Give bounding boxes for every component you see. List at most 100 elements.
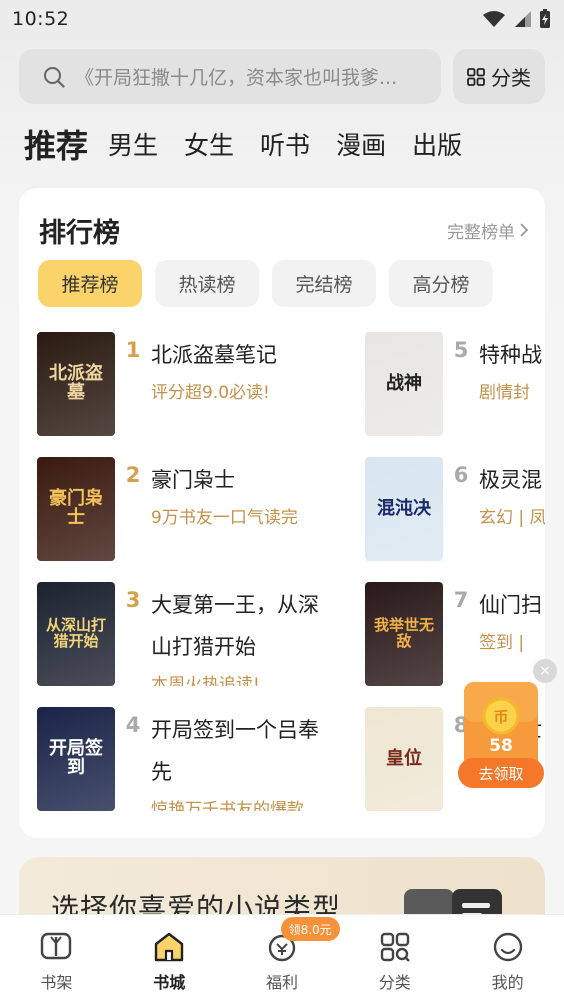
ranking-title: 排行榜 xyxy=(39,217,120,249)
search-input[interactable]: 《开局狂撒十几亿，资本家也叫我爹... xyxy=(19,49,441,104)
rank-item[interactable]: 开局签到 4 开局签到一个吕奉先惊艳万千书友的爆款 xyxy=(37,707,337,811)
subtab-hot[interactable]: 热读榜 xyxy=(155,260,259,307)
rank-item[interactable]: 战神 5 特种战剧情封 xyxy=(365,332,545,436)
category-button-label: 分类 xyxy=(491,66,531,90)
book-cover[interactable]: 皇位 xyxy=(365,707,443,811)
book-desc: 惊艳万千书友的爆款 xyxy=(151,800,304,811)
book-desc: 玄幻 | 凤 xyxy=(479,508,545,528)
cover-title: 皇位 xyxy=(386,747,422,769)
home-icon xyxy=(154,932,184,962)
rank-info: 开局签到一个吕奉先惊艳万千书友的爆款 xyxy=(151,707,337,811)
subtab-high-score[interactable]: 高分榜 xyxy=(389,260,493,307)
rank-item[interactable]: 我举世无敌 7 仙门扫签到 | xyxy=(365,582,545,686)
tab-comics[interactable]: 漫画 xyxy=(336,122,386,170)
full-ranking-link[interactable]: 完整榜单 xyxy=(447,218,529,243)
nav-category[interactable]: 分类 xyxy=(338,915,451,1002)
book-title[interactable]: 大夏第一王，从深山打猎开始 xyxy=(151,584,337,668)
book-cover[interactable]: 混沌决 xyxy=(365,457,443,561)
signal-icon xyxy=(515,11,531,27)
book-desc: 签到 | xyxy=(479,633,525,653)
chevron-right-icon xyxy=(520,223,529,237)
reward-claim-button: 去领取 xyxy=(478,765,523,783)
tab-female[interactable]: 女生 xyxy=(184,122,234,170)
nav-bookstore-label: 书城 xyxy=(153,973,186,992)
rank-item[interactable]: 混沌决 6 极灵混玄幻 | 凤 xyxy=(365,457,545,561)
status-icons xyxy=(482,9,552,29)
rank-info: 特种战 剧情封 xyxy=(479,332,545,436)
nav-welfare[interactable]: 领8.0元 福利 xyxy=(226,915,340,1002)
book-cover[interactable]: 从深山打猎开始 xyxy=(37,582,115,686)
wifi-icon xyxy=(483,11,505,27)
rank-number: 2 xyxy=(125,463,141,487)
book-title[interactable]: 开局签到一个吕奉先 xyxy=(151,709,337,793)
rank-number: 6 xyxy=(453,463,469,487)
status-bar: 10:52 xyxy=(0,0,564,38)
rank-info: 北派盗墓笔记评分超9.0必读! xyxy=(151,332,337,436)
reward-amount: 58 xyxy=(489,736,513,756)
search-row: 《开局狂撒十几亿，资本家也叫我爹... 分类 xyxy=(19,49,545,104)
nav-profile[interactable]: 我的 xyxy=(451,915,564,1002)
book-cover[interactable]: 我举世无敌 xyxy=(365,582,443,686)
channel-tabs: 推荐 男生 女生 听书 漫画 出版 xyxy=(24,122,488,170)
book-title[interactable]: 豪门枭士 xyxy=(151,459,337,501)
profile-icon xyxy=(493,932,522,962)
book-cover[interactable]: 战神 xyxy=(365,332,443,436)
book-cover[interactable]: 开局签到 xyxy=(37,707,115,811)
status-time: 10:52 xyxy=(12,8,70,30)
book-title[interactable]: 极灵混 xyxy=(479,459,545,501)
nav-welfare-label: 福利 xyxy=(265,973,298,992)
book-title[interactable]: 仙门扫 xyxy=(479,584,545,626)
cover-title: 战神 xyxy=(386,372,422,394)
rank-item[interactable]: 北派盗墓 1 北派盗墓笔记评分超9.0必读! xyxy=(37,332,337,436)
rank-number: 5 xyxy=(453,338,469,362)
book-title[interactable]: 特种战 xyxy=(479,334,545,376)
welfare-badge: 领8.0元 xyxy=(280,917,340,941)
book-title[interactable]: 北派盗墓笔记 xyxy=(151,334,337,376)
nav-category-label: 分类 xyxy=(378,973,411,992)
full-ranking-label: 完整榜单 xyxy=(447,222,515,243)
rank-number: 7 xyxy=(453,588,469,612)
cover-title: 从深山打猎开始 xyxy=(45,616,106,650)
rank-info: 极灵混玄幻 | 凤 xyxy=(479,457,545,561)
rank-info: 大夏第一王，从深山打猎开始本周火热追读! xyxy=(151,582,337,686)
reward-close-button[interactable]: × xyxy=(533,659,557,683)
bottom-navigation: 书架 书城 领8.0元 福利 分类 我的 xyxy=(0,914,564,1002)
ranking-header: 排行榜 完整榜单 xyxy=(39,210,529,250)
nav-profile-label: 我的 xyxy=(491,973,524,992)
subtab-finished[interactable]: 完结榜 xyxy=(272,260,376,307)
reward-widget[interactable]: 币 58 去领取 xyxy=(458,682,544,788)
cover-title: 北派盗墓 xyxy=(49,363,103,403)
cover-title: 豪门枭士 xyxy=(49,488,103,528)
tab-publishing[interactable]: 出版 xyxy=(412,122,462,170)
cover-title: 开局签到 xyxy=(49,738,103,778)
rank-item[interactable]: 从深山打猎开始 3 大夏第一王，从深山打猎开始 本周火热追读! xyxy=(37,582,337,686)
cover-title: 我举世无敌 xyxy=(373,616,434,650)
grid-icon xyxy=(467,67,485,86)
book-desc: 评分超9.0必读! xyxy=(151,383,270,403)
book-desc: 剧情封 xyxy=(479,383,530,403)
category-icon xyxy=(380,932,410,962)
tab-recommend[interactable]: 推荐 xyxy=(24,122,88,170)
category-button[interactable]: 分类 xyxy=(453,49,545,104)
nav-bookshelf[interactable]: 书架 xyxy=(0,915,113,1002)
battery-icon xyxy=(540,9,550,28)
subtab-recommend[interactable]: 推荐榜 xyxy=(38,260,142,307)
tab-audiobook[interactable]: 听书 xyxy=(260,122,310,170)
book-desc: 9万书友一口气读完 xyxy=(151,508,298,528)
svg-text:币: 币 xyxy=(493,708,508,726)
rank-number: 1 xyxy=(125,338,141,362)
search-icon xyxy=(44,66,65,88)
tab-male[interactable]: 男生 xyxy=(108,122,158,170)
rank-info: 豪门枭士 9万书友一口气读完 xyxy=(151,457,337,561)
book-cover[interactable]: 豪门枭士 xyxy=(37,457,115,561)
book-desc: 本周火热追读! xyxy=(151,675,260,686)
search-placeholder: 《开局狂撒十几亿，资本家也叫我爹... xyxy=(75,67,398,89)
bookshelf-icon xyxy=(41,932,72,960)
book-cover[interactable]: 北派盗墓 xyxy=(37,332,115,436)
nav-bookshelf-label: 书架 xyxy=(40,973,73,992)
rank-item[interactable]: 豪门枭士 2 豪门枭士 9万书友一口气读完 xyxy=(37,457,337,561)
cover-title: 混沌决 xyxy=(377,497,431,519)
rank-number: 4 xyxy=(125,713,141,737)
nav-bookstore[interactable]: 书城 xyxy=(113,915,226,1002)
ranking-subtabs: 推荐榜 热读榜 完结榜 高分榜 xyxy=(38,260,493,307)
